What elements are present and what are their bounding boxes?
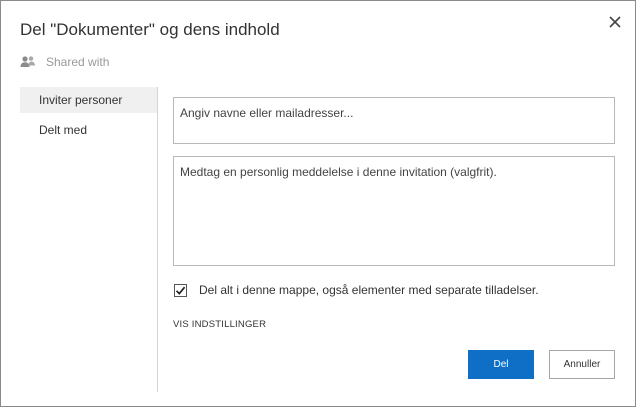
dialog-title: Del "Dokumenter" og dens indhold xyxy=(20,20,280,39)
share-all-row: Del alt i denne mappe, også elementer me… xyxy=(174,283,539,297)
share-dialog: Del "Dokumenter" og dens indhold Shared … xyxy=(0,0,636,407)
share-button[interactable]: Del xyxy=(468,350,534,379)
nav-item-shared-with[interactable]: Delt med xyxy=(20,117,157,143)
share-all-checkbox[interactable] xyxy=(174,283,187,297)
nav-item-invite-people[interactable]: Inviter personer xyxy=(20,87,157,113)
checkmark-icon xyxy=(175,286,186,295)
people-icon xyxy=(20,56,35,67)
names-input[interactable]: Angiv navne eller mailadresser... xyxy=(173,97,615,144)
message-input[interactable]: Medtag en personlig meddelelse i denne i… xyxy=(173,156,615,266)
nav-divider xyxy=(157,87,158,392)
close-icon[interactable] xyxy=(606,13,624,31)
cancel-button[interactable]: Annuller xyxy=(549,350,615,379)
shared-with-row[interactable]: Shared with xyxy=(20,55,109,69)
dialog-nav: Inviter personer Delt med xyxy=(20,87,157,143)
share-all-label: Del alt i denne mappe, også elementer me… xyxy=(199,283,539,297)
shared-with-label: Shared with xyxy=(46,55,110,69)
show-options-link[interactable]: VIS INDSTILLINGER xyxy=(173,319,266,330)
